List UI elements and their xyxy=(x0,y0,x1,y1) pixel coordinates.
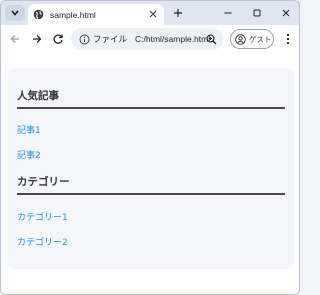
minimize-icon[interactable] xyxy=(221,6,235,20)
address-bar[interactable]: ファイル C:/html/sample.html xyxy=(71,28,223,50)
kebab-menu-icon[interactable] xyxy=(281,31,295,47)
close-icon[interactable] xyxy=(147,8,159,20)
chevron-down-icon xyxy=(11,10,19,16)
zoom-icon[interactable] xyxy=(205,33,217,45)
back-arrow-icon[interactable] xyxy=(7,31,23,47)
guest-profile-button[interactable]: ゲスト xyxy=(230,29,274,49)
sidebar-card: 人気記事 記事1 記事2 カテゴリー カテゴリー1 カテゴリー2 xyxy=(8,68,294,269)
new-tab-plus-icon[interactable] xyxy=(171,6,185,20)
tab-search-button[interactable] xyxy=(5,5,25,21)
maximize-icon[interactable] xyxy=(250,6,264,20)
window-close-icon[interactable] xyxy=(279,6,293,20)
category-link-2[interactable]: カテゴリー2 xyxy=(17,235,68,248)
forward-arrow-icon[interactable] xyxy=(29,31,45,47)
article-link-2[interactable]: 記事2 xyxy=(17,148,41,161)
avatar-icon xyxy=(235,33,246,45)
url-text[interactable]: C:/html/sample.html xyxy=(135,34,210,44)
article-link-1[interactable]: 記事1 xyxy=(17,123,41,136)
tab-strip: sample.html xyxy=(1,1,299,25)
tab-sample-html[interactable]: sample.html xyxy=(28,4,164,25)
section-divider xyxy=(17,193,285,195)
category-link-1[interactable]: カテゴリー1 xyxy=(17,210,68,223)
globe-icon xyxy=(33,9,44,20)
info-icon[interactable] xyxy=(78,33,90,45)
section-divider xyxy=(17,107,285,109)
profile-label: ゲスト xyxy=(249,34,272,44)
browser-toolbar: ファイル C:/html/sample.html ゲスト xyxy=(1,25,299,53)
categories-heading: カテゴリー xyxy=(17,176,70,188)
browser-window: sample.html ファイル C:/html/sample.html ゲスト… xyxy=(0,0,300,295)
reload-icon[interactable] xyxy=(50,31,66,47)
popular-articles-heading: 人気記事 xyxy=(17,90,59,102)
tab-title: sample.html xyxy=(50,9,96,20)
file-scheme-label: ファイル xyxy=(93,34,128,44)
page-viewport: 人気記事 記事1 記事2 カテゴリー カテゴリー1 カテゴリー2 xyxy=(1,53,299,294)
